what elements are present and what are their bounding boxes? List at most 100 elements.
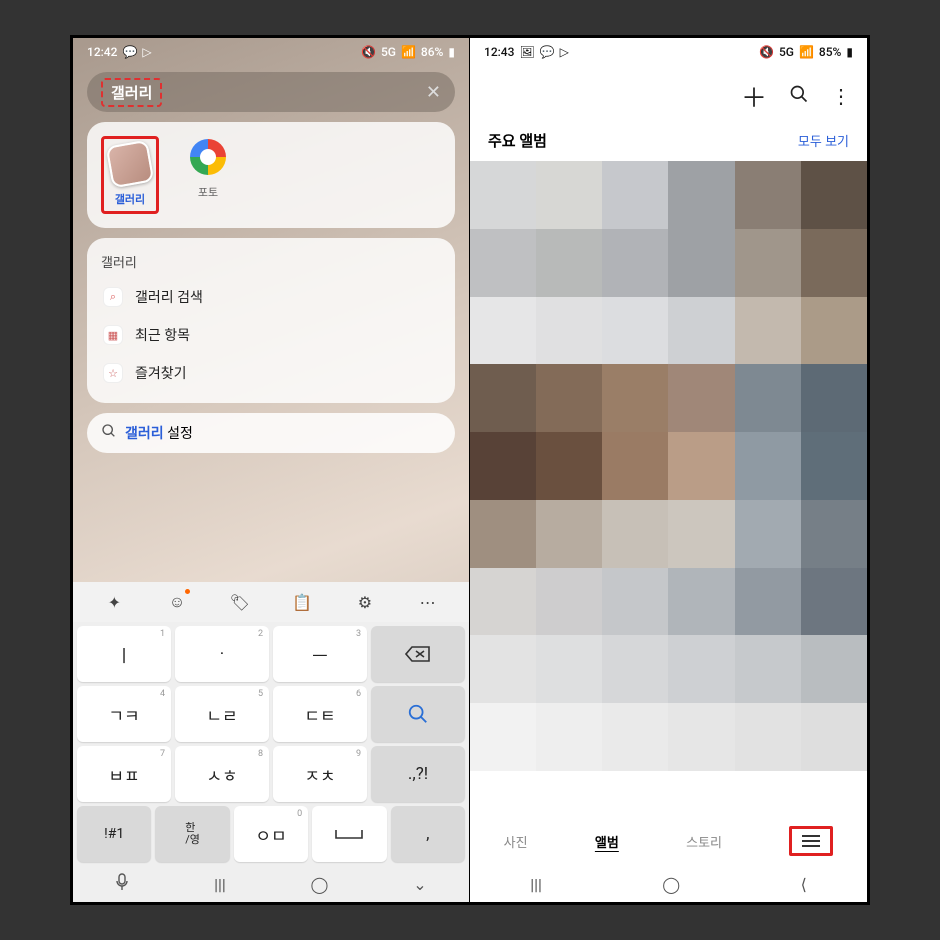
mosaic-tile: [536, 568, 602, 636]
dropdown-icon[interactable]: ⌄: [413, 875, 426, 894]
mic-icon[interactable]: [115, 873, 129, 895]
net-label: 5G: [381, 45, 396, 59]
app-label: 갤러리: [115, 191, 145, 207]
tab-albums[interactable]: 앨범: [595, 832, 619, 851]
key-space[interactable]: [312, 806, 386, 862]
play-icon: ▷: [560, 45, 569, 59]
mosaic-tile: [735, 297, 801, 365]
gallery-header: ＋ ⋮: [470, 66, 867, 126]
mosaic-tile: [668, 161, 734, 229]
key-comma[interactable]: ,: [391, 806, 465, 862]
grid-icon: ▦: [103, 325, 123, 345]
mosaic-tile: [536, 635, 602, 703]
action-recent[interactable]: ▦ 최근 항목: [101, 319, 441, 351]
mosaic-tile: [801, 229, 867, 297]
mosaic-tile: [602, 432, 668, 500]
star-icon: ☆: [103, 363, 123, 383]
mosaic-tile: [470, 568, 536, 636]
app-results-card: 갤러리 포토: [87, 122, 455, 228]
key-i[interactable]: ㅣ1: [77, 626, 171, 682]
key-sh[interactable]: ㅅㅎ8: [175, 746, 269, 802]
menu-button[interactable]: [789, 826, 833, 856]
settings-icon[interactable]: ⚙: [352, 589, 378, 615]
mosaic-tile: [536, 161, 602, 229]
key-punct[interactable]: .,?!: [371, 746, 465, 802]
system-nav-right: ||| ◯ ⟨: [470, 866, 867, 902]
key-nr[interactable]: ㄴㄹ5: [175, 686, 269, 742]
key-eu[interactable]: ㅡ3: [273, 626, 367, 682]
home-icon[interactable]: ◯: [311, 875, 329, 894]
app-photos[interactable]: 포토: [179, 136, 237, 214]
ai-icon[interactable]: ✦: [101, 589, 127, 615]
mosaic-tile: [536, 500, 602, 568]
suggestion-pill[interactable]: 갤러리 설정: [87, 413, 455, 453]
mosaic-tile: [470, 500, 536, 568]
key-search[interactable]: [371, 686, 465, 742]
signal-icon: 📶: [799, 45, 814, 59]
search-field[interactable]: 갤러리 ✕: [87, 72, 455, 112]
mosaic-tile: [801, 432, 867, 500]
mosaic-tile: [801, 297, 867, 365]
mosaic-tile: [735, 568, 801, 636]
key-dot[interactable]: ·2: [175, 626, 269, 682]
recent-icon[interactable]: |||: [214, 875, 226, 894]
see-all-link[interactable]: 모두 보기: [798, 131, 849, 150]
mosaic-tile: [602, 297, 668, 365]
keyboard: ㅣ1 ·2 ㅡ3 ㄱㅋ4 ㄴㄹ5 ㄷㅌ6 ㅂㅍ7 ㅅㅎ8 ㅈㅊ9 .,?!: [73, 622, 469, 866]
mosaic-tile: [801, 635, 867, 703]
more-icon[interactable]: ⋯: [415, 589, 441, 615]
mosaic-tile: [602, 364, 668, 432]
mosaic-tile: [735, 364, 801, 432]
key-gk[interactable]: ㄱㅋ4: [77, 686, 171, 742]
status-time: 12:42: [87, 45, 117, 59]
emoji-icon[interactable]: ☺: [164, 589, 190, 615]
album-mosaic[interactable]: [470, 161, 867, 771]
home-icon[interactable]: ◯: [662, 875, 680, 894]
battery-pct: 85%: [819, 45, 841, 59]
mute-icon: 🔇: [361, 45, 376, 59]
left-screenshot: 12:42 💬 ▷ 🔇 5G 📶 86% ▮ 갤러리 ✕ 갤러리: [73, 38, 470, 902]
mosaic-tile: [668, 703, 734, 771]
tab-photos[interactable]: 사진: [504, 832, 528, 851]
key-om[interactable]: ㅇㅁ0: [234, 806, 308, 862]
sticker-icon[interactable]: 🏷: [227, 589, 253, 615]
mosaic-tile: [735, 635, 801, 703]
plus-icon[interactable]: ＋: [741, 78, 767, 115]
key-jc[interactable]: ㅈㅊ9: [273, 746, 367, 802]
mosaic-tile: [668, 229, 734, 297]
mosaic-tile: [470, 229, 536, 297]
subheader: 주요 앨범 모두 보기: [470, 126, 867, 161]
play-icon: ▷: [142, 45, 151, 59]
mosaic-tile: [470, 161, 536, 229]
key-symbols[interactable]: !#1: [77, 806, 151, 862]
app-gallery[interactable]: 갤러리: [101, 136, 159, 214]
mute-icon: 🔇: [759, 45, 774, 59]
tab-stories[interactable]: 스토리: [686, 832, 722, 851]
mosaic-tile: [470, 703, 536, 771]
right-screenshot: 12:43 🖼 💬 ▷ 🔇 5G 📶 85% ▮ ＋ ⋮ 주요 앨범 모두 보기: [470, 38, 867, 902]
mosaic-tile: [470, 635, 536, 703]
more-vert-icon[interactable]: ⋮: [831, 84, 849, 108]
mosaic-tile: [801, 364, 867, 432]
mosaic-tile: [470, 364, 536, 432]
clipboard-icon[interactable]: 📋: [289, 589, 315, 615]
action-favorites[interactable]: ☆ 즐겨찾기: [101, 357, 441, 389]
action-gallery-search[interactable]: ⌕ 갤러리 검색: [101, 281, 441, 313]
back-icon[interactable]: ⟨: [801, 875, 807, 894]
key-lang[interactable]: 한/영: [155, 806, 229, 862]
chat-icon: 💬: [122, 45, 137, 59]
clear-icon[interactable]: ✕: [426, 82, 441, 103]
key-dt[interactable]: ㄷㅌ6: [273, 686, 367, 742]
frame: 12:42 💬 ▷ 🔇 5G 📶 86% ▮ 갤러리 ✕ 갤러리: [70, 35, 870, 905]
mosaic-tile: [470, 297, 536, 365]
sub-title: 주요 앨범: [488, 130, 547, 151]
mosaic-tile: [602, 568, 668, 636]
key-backspace[interactable]: [371, 626, 465, 682]
image-icon: 🖼: [519, 45, 534, 59]
recent-icon[interactable]: |||: [530, 875, 542, 894]
search-icon[interactable]: [789, 84, 809, 109]
key-bp[interactable]: ㅂㅍ7: [77, 746, 171, 802]
suggest-hl: 갤러리: [125, 426, 164, 442]
mosaic-tile: [668, 568, 734, 636]
mosaic-tile: [735, 229, 801, 297]
